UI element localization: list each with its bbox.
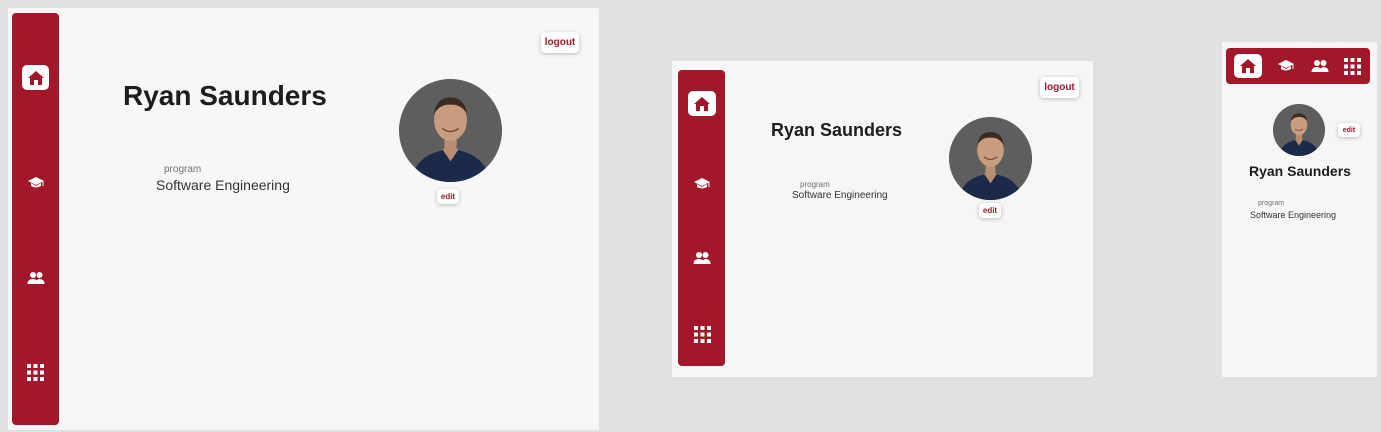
profile-name: Ryan Saunders (123, 80, 327, 111)
content-area (60, 12, 596, 426)
people-icon (27, 271, 45, 285)
edit-button[interactable]: edit (1338, 123, 1360, 137)
program-value: Software Engineering (792, 190, 888, 201)
graduation-cap-icon (1277, 59, 1295, 73)
desktop-frame: Ryan Saunders program Software Engineeri… (8, 8, 599, 430)
graduation-cap-icon (693, 177, 711, 191)
nav-people-button[interactable] (688, 245, 716, 270)
people-icon (1311, 59, 1329, 73)
grid-icon (693, 326, 711, 343)
edit-button[interactable]: edit (979, 203, 1001, 218)
program-label: program (1258, 200, 1285, 207)
sidebar (678, 70, 725, 366)
nav-apps-button[interactable] (688, 322, 716, 347)
top-nav-bar (1226, 48, 1370, 84)
logout-button[interactable]: logout (1040, 77, 1079, 98)
home-icon (27, 70, 45, 86)
nav-education-button[interactable] (1272, 54, 1300, 78)
nav-home-button[interactable] (688, 91, 716, 116)
grid-icon (27, 364, 44, 381)
home-icon (1239, 58, 1257, 74)
profile-avatar (399, 79, 502, 182)
nav-people-button[interactable] (22, 265, 49, 290)
program-label: program (800, 180, 830, 189)
program-label: program (164, 164, 202, 175)
tablet-frame: Ryan Saunders program Software Engineeri… (672, 61, 1093, 377)
people-icon (693, 251, 711, 265)
nav-home-button[interactable] (1234, 54, 1262, 78)
nav-apps-button[interactable] (1338, 54, 1366, 78)
nav-education-button[interactable] (22, 170, 49, 195)
logout-button[interactable]: logout (541, 32, 579, 53)
profile-name: Ryan Saunders (1249, 163, 1351, 179)
program-value: Software Engineering (156, 177, 290, 193)
nav-home-button[interactable] (22, 65, 49, 90)
graduation-cap-icon (27, 176, 45, 190)
profile-avatar (949, 117, 1032, 200)
profile-name: Ryan Saunders (771, 120, 903, 140)
nav-education-button[interactable] (688, 171, 716, 196)
nav-people-button[interactable] (1306, 54, 1334, 78)
program-value: Software Engineering (1250, 210, 1337, 220)
edit-button[interactable]: edit (437, 189, 459, 204)
sidebar (12, 13, 59, 425)
grid-icon (1343, 57, 1361, 75)
mobile-frame: edit Ryan Saunders program Software Engi… (1222, 42, 1377, 377)
home-icon (693, 96, 711, 112)
nav-apps-button[interactable] (22, 360, 49, 385)
profile-avatar (1273, 104, 1325, 156)
